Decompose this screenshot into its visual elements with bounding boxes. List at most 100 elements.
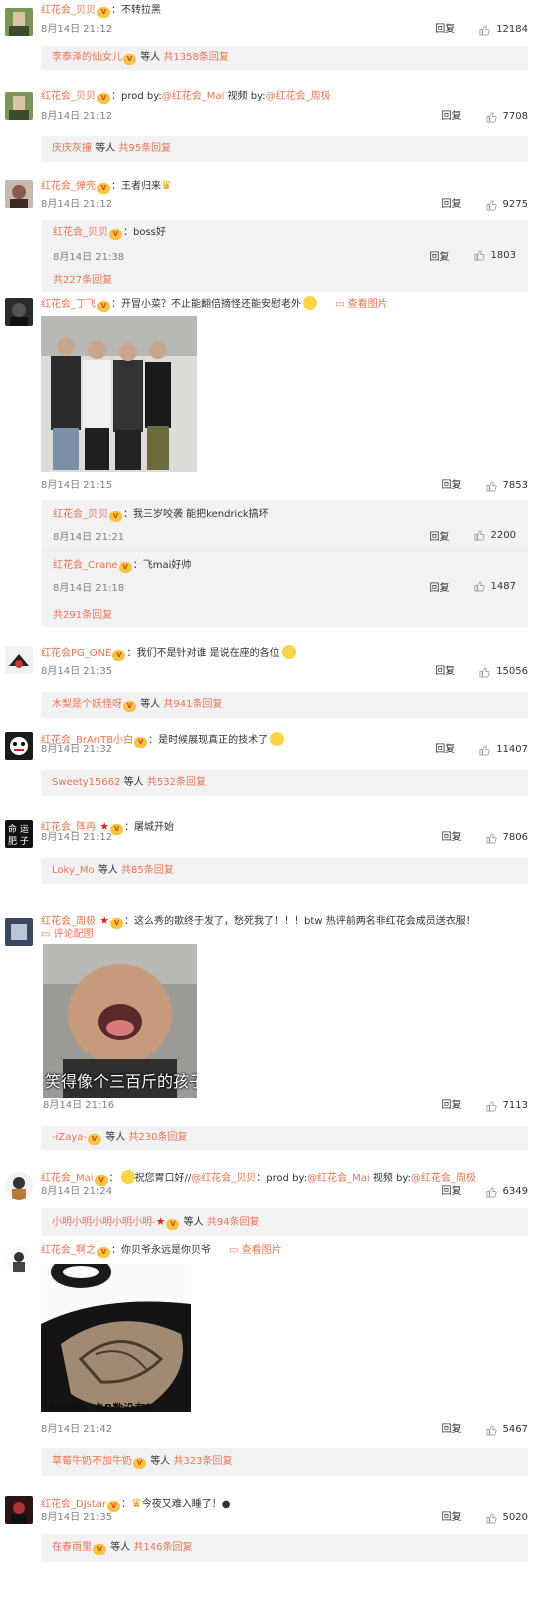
comment-image-link[interactable]: ▭ 评论配图 <box>41 929 94 940</box>
sub-reply-username[interactable]: 红花会_贝贝 <box>53 509 108 520</box>
like-icon[interactable] <box>474 581 485 592</box>
like-icon[interactable] <box>486 481 497 492</box>
reply-summary-count[interactable]: 共532条回复 <box>147 777 206 788</box>
avatar[interactable] <box>5 918 33 946</box>
avatar[interactable] <box>5 1246 33 1274</box>
avatar[interactable] <box>5 1496 33 1524</box>
more-replies-link[interactable]: 共227条回复 <box>53 275 112 286</box>
reply-summary-names[interactable]: Sweety15662 <box>52 777 120 788</box>
reply-button[interactable]: 回复 <box>430 528 450 543</box>
reply-button[interactable]: 回复 <box>442 1512 462 1524</box>
reply-summary-names[interactable]: 庆庆灰撞 <box>52 143 92 154</box>
avatar[interactable] <box>5 1172 33 1200</box>
like-icon[interactable] <box>479 25 490 36</box>
comment-6: 红花会_BrAnTB小白 V ：是时候展现真正的技术了 8月14日 21:32 回复… <box>0 730 542 810</box>
comment-username[interactable]: 红花会_贝贝 <box>41 91 96 102</box>
like-icon[interactable] <box>474 530 485 541</box>
like-icon[interactable] <box>486 112 497 123</box>
reply-summary[interactable]: Sweety15662 等人 共532条回复 <box>52 777 206 789</box>
reply-button[interactable]: 回复 <box>442 1186 462 1198</box>
like-icon[interactable] <box>486 1513 497 1524</box>
comment-username[interactable]: 红花会_周极 <box>41 916 96 927</box>
sub-reply-username[interactable]: 红花会_Crane <box>53 560 118 571</box>
mention-link[interactable]: @红花会_Mai <box>162 91 225 102</box>
mention-link[interactable]: @红花会_Mai <box>307 1173 370 1184</box>
reply-summary-names[interactable]: Loky_Mo <box>52 865 95 876</box>
like-icon[interactable] <box>479 667 490 678</box>
comment-photo[interactable]: 笑得像个三百斤的孩子 <box>43 944 197 1098</box>
reply-summary-count[interactable]: 共85条回复 <box>121 865 174 876</box>
reply-summary-count[interactable]: 共941条回复 <box>163 699 222 710</box>
comment-username[interactable]: 红花会_啊之 <box>41 1245 96 1256</box>
avatar[interactable] <box>5 180 33 208</box>
reply-summary-names[interactable]: -iZaya- <box>52 1132 87 1143</box>
reply-summary-count[interactable]: 共94条回复 <box>207 1217 260 1228</box>
mention-link[interactable]: @红花会_周极 <box>266 91 331 102</box>
reply-button[interactable]: 回复 <box>442 832 462 844</box>
like-icon[interactable] <box>486 833 497 844</box>
reply-summary[interactable]: 草莓牛奶不加牛奶 V 等人 共323条回复 <box>52 1456 232 1469</box>
comment-username[interactable]: 红花会_弹壳 <box>41 181 96 192</box>
like-icon[interactable] <box>474 250 485 261</box>
reply-summary[interactable]: 小明小明小明小明小明-★ V 等人 共94条回复 <box>52 1216 260 1230</box>
like-icon[interactable] <box>486 1101 497 1112</box>
comment-username[interactable]: 红花会_丁飞 <box>41 299 96 310</box>
like-icon[interactable] <box>486 200 497 211</box>
reply-summary-names[interactable]: 木梨是个妖怪呀 <box>52 699 122 710</box>
reply-button[interactable]: 回复 <box>430 579 450 594</box>
avatar[interactable] <box>5 8 33 36</box>
vip-badge-icon: V <box>97 183 110 194</box>
sub-reply-username[interactable]: 红花会_贝贝 <box>53 227 108 238</box>
reply-summary-names[interactable]: 在春雨里 <box>52 1542 92 1553</box>
avatar[interactable] <box>5 646 33 674</box>
comment-image-label[interactable]: 评论配图 <box>54 929 94 940</box>
reply-button[interactable]: 回复 <box>435 666 455 678</box>
reply-summary-count[interactable]: 共1358条回复 <box>163 52 228 63</box>
like-count: 5467 <box>502 1424 528 1435</box>
avatar[interactable]: 命 运肥 子 <box>5 820 33 848</box>
reply-button[interactable]: 回复 <box>430 248 450 263</box>
reply-button[interactable]: 回复 <box>442 111 462 123</box>
reply-summary[interactable]: 木梨是个妖怪呀 V 等人 共941条回复 <box>52 699 222 712</box>
view-image-link[interactable]: ▭ 查看图片 <box>229 1245 282 1256</box>
mention-link[interactable]: @红花会_周极 <box>411 1173 476 1184</box>
reply-summary-count[interactable]: 共230条回复 <box>128 1132 187 1143</box>
more-replies-bar[interactable]: 共291条回复 <box>41 601 528 627</box>
reply-summary[interactable]: Loky_Mo 等人 共85条回复 <box>52 865 174 877</box>
reply-button[interactable]: 回复 <box>442 199 462 211</box>
reply-summary-names[interactable]: 李泰泽的仙女儿 <box>52 52 122 63</box>
reply-button[interactable]: 回复 <box>442 1424 462 1436</box>
reply-summary-names[interactable]: 草莓牛奶不加牛奶 <box>52 1456 132 1467</box>
avatar[interactable] <box>5 298 33 326</box>
comment-username[interactable]: 红花会_DJstar <box>41 1499 106 1510</box>
avatar[interactable] <box>5 92 33 120</box>
view-image-link[interactable]: ▭ 查看图片 <box>335 299 388 310</box>
comment-username[interactable]: 红花会_Mai <box>41 1173 94 1184</box>
comment-photo[interactable]: 你今里，卡B数没有？ <box>41 1264 191 1412</box>
mention-link[interactable]: @红花会_贝贝 <box>191 1173 256 1184</box>
more-replies-link[interactable]: 共291条回复 <box>53 610 112 621</box>
reply-summary-count[interactable]: 共323条回复 <box>173 1456 232 1467</box>
avatar[interactable] <box>5 732 33 760</box>
reply-button[interactable]: 回复 <box>435 24 455 36</box>
comment-username[interactable]: 红花会PG_ONE <box>41 648 111 659</box>
reply-summary-names[interactable]: 小明小明小明小明小明- <box>52 1217 156 1228</box>
reply-summary-count[interactable]: 共146条回复 <box>133 1542 192 1553</box>
like-icon[interactable] <box>486 1187 497 1198</box>
comment-photo[interactable] <box>41 316 197 472</box>
like-count: 5020 <box>502 1512 528 1523</box>
reply-button[interactable]: 回复 <box>442 1100 462 1112</box>
view-image-label[interactable]: 查看图片 <box>348 299 388 310</box>
reply-summary[interactable]: 庆庆灰撞 等人 共95条回复 <box>52 143 171 155</box>
view-image-label[interactable]: 查看图片 <box>242 1245 282 1256</box>
reply-summary[interactable]: 李泰泽的仙女儿 V 等人 共1358条回复 <box>52 52 229 65</box>
like-icon[interactable] <box>479 745 490 756</box>
more-replies-bar[interactable]: 共227条回复 <box>41 268 528 292</box>
reply-summary[interactable]: -iZaya- V 等人 共230条回复 <box>52 1132 188 1145</box>
reply-summary-count[interactable]: 共95条回复 <box>118 143 171 154</box>
reply-summary[interactable]: 在春雨里 V 等人 共146条回复 <box>52 1542 192 1555</box>
like-icon[interactable] <box>486 1425 497 1436</box>
reply-button[interactable]: 回复 <box>435 744 455 756</box>
comment-username[interactable]: 红花会_贝贝 <box>41 5 96 16</box>
reply-button[interactable]: 回复 <box>442 480 462 492</box>
